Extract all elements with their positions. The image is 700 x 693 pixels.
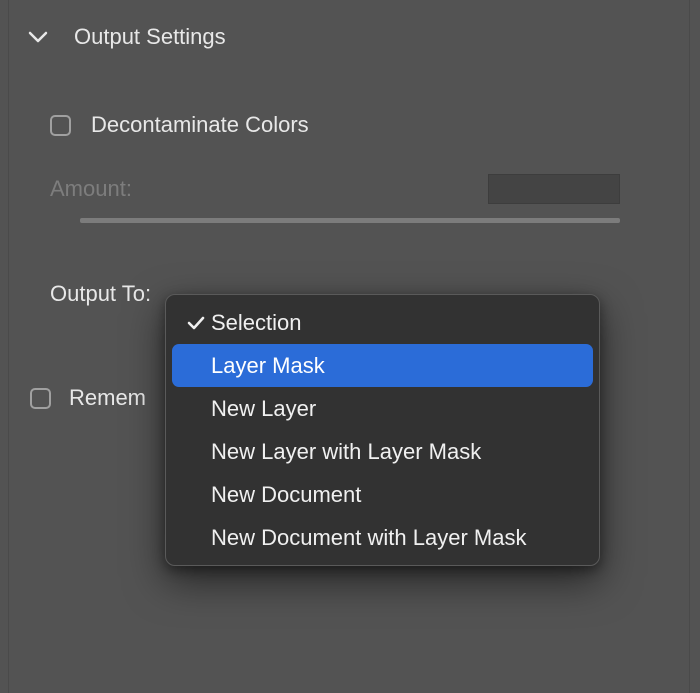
checkmark-icon — [183, 315, 209, 331]
remember-label: Remem — [69, 385, 146, 411]
decontaminate-checkbox[interactable] — [50, 115, 71, 136]
output-to-label: Output To: — [50, 281, 151, 307]
dropdown-item-new-layer-with-mask[interactable]: New Layer with Layer Mask — [172, 430, 593, 473]
dropdown-item-new-layer[interactable]: New Layer — [172, 387, 593, 430]
output-settings-header[interactable]: Output Settings — [0, 0, 700, 50]
dropdown-item-label: New Layer with Layer Mask — [211, 439, 481, 465]
dropdown-item-label: Selection — [211, 310, 302, 336]
amount-slider[interactable] — [80, 218, 620, 223]
dropdown-item-label: New Layer — [211, 396, 316, 422]
dropdown-item-label: New Document with Layer Mask — [211, 525, 526, 551]
dropdown-item-label: New Document — [211, 482, 361, 508]
chevron-down-icon — [28, 30, 48, 44]
dropdown-item-selection[interactable]: Selection — [172, 301, 593, 344]
dropdown-item-label: Layer Mask — [211, 353, 325, 379]
amount-label: Amount: — [50, 176, 132, 202]
decontaminate-label: Decontaminate Colors — [91, 112, 309, 138]
amount-input[interactable] — [488, 174, 620, 204]
dropdown-item-new-document[interactable]: New Document — [172, 473, 593, 516]
section-title: Output Settings — [74, 24, 226, 50]
remember-checkbox[interactable] — [30, 388, 51, 409]
dropdown-item-layer-mask[interactable]: Layer Mask — [172, 344, 593, 387]
output-to-dropdown[interactable]: Selection Layer Mask New Layer New Layer… — [165, 294, 600, 566]
dropdown-item-new-document-with-mask[interactable]: New Document with Layer Mask — [172, 516, 593, 559]
